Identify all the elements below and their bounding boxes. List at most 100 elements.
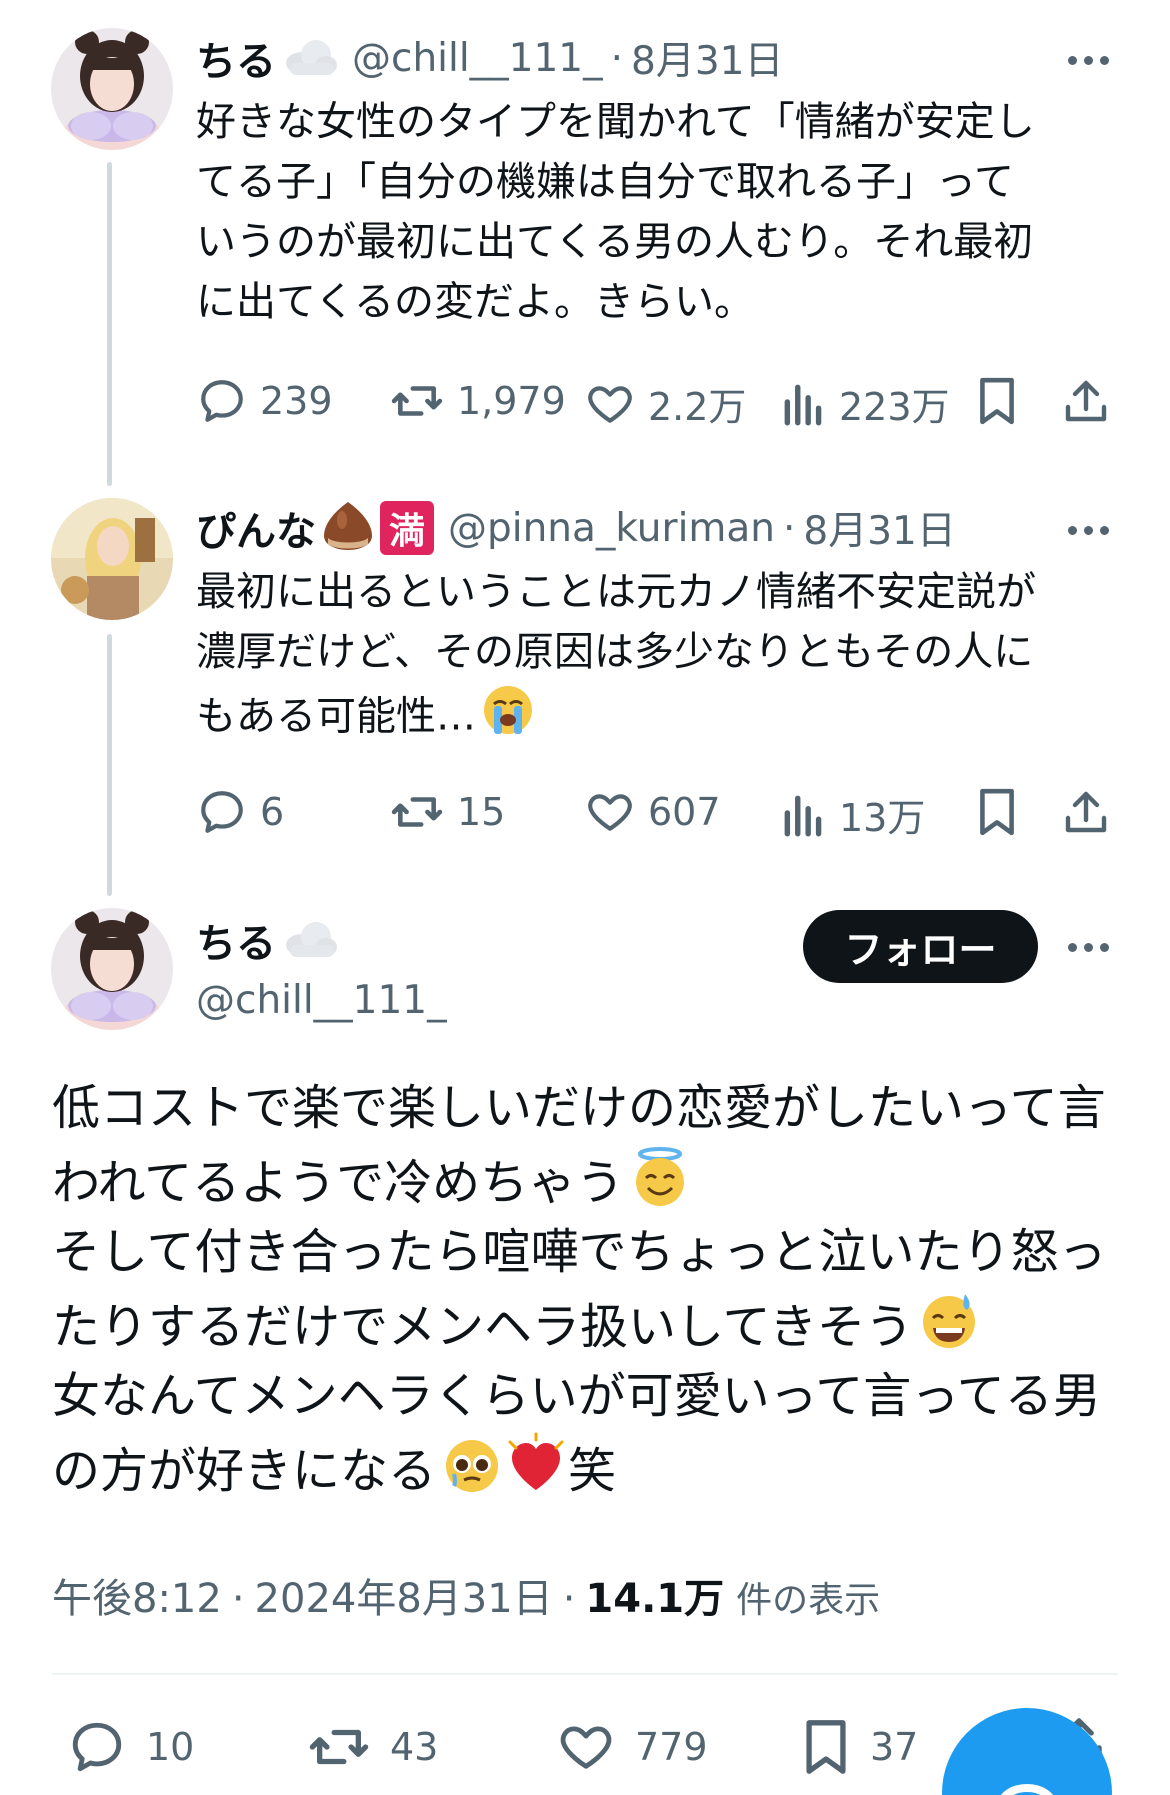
compose-icon — [1000, 1784, 1054, 1795]
reply2-handle[interactable]: @pinna_kuriman — [448, 506, 775, 551]
main-text-line-wrap: の方が好きになる 笑 — [52, 1432, 1107, 1504]
reply2-text-line-wrap: もある可能性… — [196, 682, 1036, 742]
tweet-meta: 午後8:12 · 2024年8月31日 · 14.1万 件の表示 — [52, 1566, 880, 1624]
reply1-reply-button[interactable]: 239 — [196, 376, 333, 426]
reply2-text: 最初に出るということは元カノ情緒不安定説が 濃厚だけど、その原因は多少なりともそ… — [196, 562, 1036, 742]
avatar-chiru[interactable] — [51, 28, 173, 150]
bookmark-icon — [980, 377, 1014, 425]
main-handle-row: @chill__111_ — [196, 972, 447, 1028]
reply-icon — [201, 791, 243, 833]
reply-count: 239 — [260, 379, 333, 423]
like-count: 779 — [635, 1725, 708, 1769]
reply1-handle[interactable]: @chill__111_ — [352, 36, 603, 81]
main-name-row: ちる — [196, 912, 338, 968]
tweet-date[interactable]: 2024年8月31日 — [255, 1566, 553, 1624]
reply1-bookmark-button[interactable] — [975, 376, 1019, 426]
reply1-text-line: に出てくるの変だよ。きらい。 — [196, 279, 754, 325]
reply2-text-line: もある可能性… — [196, 693, 476, 740]
main-like-button[interactable]: 779 — [555, 1718, 708, 1776]
reply1-repost-button[interactable]: 1,979 — [389, 376, 566, 426]
reply2-display-name[interactable]: ぴんな — [196, 499, 316, 557]
repost-icon — [391, 797, 443, 827]
meta-separator: · — [562, 1576, 576, 1622]
main-text-line-wrap: われてるようで冷めちゃう — [52, 1144, 1107, 1216]
main-reply-button[interactable]: 10 — [66, 1718, 194, 1776]
main-text-line: の方が好きになる — [52, 1443, 437, 1499]
main-repost-button[interactable]: 43 — [306, 1718, 438, 1776]
reply1-date[interactable]: 8月31日 — [631, 30, 783, 86]
like-count: 607 — [648, 790, 721, 834]
main-text-line: 女なんてメンヘラくらいが可愛いって言ってる男 — [52, 1368, 1101, 1424]
reply2-text-line: 最初に出るということは元カノ情緒不安定説が — [196, 569, 1036, 615]
reply2-date[interactable]: 8月31日 — [803, 500, 955, 556]
views-count: 223万 — [839, 385, 950, 429]
reply2-text-line: 濃厚だけど、その原因は多少なりともその人に — [196, 629, 1034, 675]
heart-icon — [560, 1726, 612, 1769]
thread-line-2 — [107, 634, 112, 896]
reply1-text-line: 好きな女性のタイプを聞かれて「情緒が安定し — [196, 99, 1035, 145]
reply1-header: ちる @chill__111_ · 8月31日 — [196, 30, 783, 86]
main-bookmark-button[interactable]: 37 — [800, 1718, 918, 1776]
repost-count: 1,979 — [457, 379, 566, 423]
reply2-repost-button[interactable]: 15 — [389, 787, 505, 837]
reply1-text-line: いうのが最初に出てくる男の人むり。それ最初 — [196, 219, 1034, 265]
main-text-line: 低コストで楽で楽しいだけの恋愛がしたいって言 — [52, 1080, 1106, 1136]
compose-button[interactable] — [942, 1708, 1112, 1795]
loudly-crying-emoji — [480, 682, 536, 755]
follow-button[interactable]: フォロー — [803, 910, 1038, 983]
avatar-pinna[interactable] — [51, 498, 173, 620]
view-count[interactable]: 14.1万 — [585, 1566, 724, 1624]
thread-line-1 — [107, 162, 112, 486]
heart-icon — [588, 385, 632, 423]
repost-icon — [309, 1729, 369, 1765]
repost-count: 15 — [457, 790, 506, 834]
reply2-more-icon[interactable] — [1068, 520, 1109, 540]
avatar-main-chiru[interactable] — [51, 908, 173, 1030]
main-text-line-wrap: たりするだけでメンヘラ扱いしてきそう — [52, 1288, 1107, 1360]
beating-heart-emoji — [504, 1432, 568, 1516]
reply1-like-button[interactable]: 2.2万 — [584, 376, 746, 431]
pleading-face-emoji — [440, 1432, 504, 1516]
main-text-line: われてるようで冷めちゃう — [52, 1155, 625, 1211]
reply-count: 10 — [146, 1725, 195, 1769]
main-tweet-text: 低コストで楽で楽しいだけの恋愛がしたいって言 われてるようで冷めちゃう そして付… — [52, 1072, 1107, 1504]
main-handle[interactable]: @chill__111_ — [196, 978, 447, 1023]
repost-count: 43 — [390, 1725, 439, 1769]
divider — [52, 1673, 1118, 1675]
satisfied-badge-icon: 満 — [380, 501, 434, 555]
reply1-display-name[interactable]: ちる — [196, 29, 276, 87]
heart-icon — [588, 794, 632, 831]
bookmark-count: 37 — [870, 1725, 919, 1769]
main-more-icon[interactable] — [1068, 937, 1109, 957]
reply1-share-button[interactable] — [1062, 376, 1110, 426]
reply-icon — [201, 380, 243, 422]
reply2-bookmark-button[interactable] — [975, 787, 1019, 837]
reply1-views-button[interactable]: 223万 — [781, 376, 950, 431]
reply-count: 6 — [260, 790, 285, 834]
tweet-time[interactable]: 午後8:12 — [52, 1566, 222, 1624]
chestnut-emoji — [320, 500, 376, 556]
bookmark-icon — [980, 788, 1014, 836]
reply1-text: 好きな女性のタイプを聞かれて「情緒が安定し てる子」「自分の機嫌は自分で取れる子… — [196, 92, 1035, 332]
views-icon — [784, 795, 822, 836]
main-display-name[interactable]: ちる — [196, 911, 276, 969]
views-icon — [784, 384, 822, 425]
cloud-emoji — [282, 35, 338, 81]
reply2-like-button[interactable]: 607 — [584, 787, 721, 837]
views-count: 13万 — [839, 796, 926, 840]
reply2-header: ぴんな 満 @pinna_kuriman · 8月31日 — [196, 500, 956, 556]
main-text-line: そして付き合ったら喧嘩でちょっと泣いたり怒っ — [52, 1224, 1107, 1280]
main-text-line: 笑 — [568, 1443, 617, 1499]
reply2-views-button[interactable]: 13万 — [781, 787, 925, 842]
reply-icon — [72, 1722, 122, 1772]
reply2-separator: · — [783, 505, 796, 551]
reply1-more-icon[interactable] — [1068, 50, 1109, 70]
meta-separator: · — [231, 1576, 245, 1622]
share-icon — [1065, 380, 1107, 422]
view-label: 件の表示 — [736, 1580, 881, 1621]
reply1-separator: · — [610, 35, 624, 81]
reply2-reply-button[interactable]: 6 — [196, 787, 284, 837]
main-text-line: たりするだけでメンヘラ扱いしてきそう — [52, 1299, 914, 1355]
reply2-share-button[interactable] — [1062, 787, 1110, 837]
badge-label: 満 — [388, 511, 425, 552]
